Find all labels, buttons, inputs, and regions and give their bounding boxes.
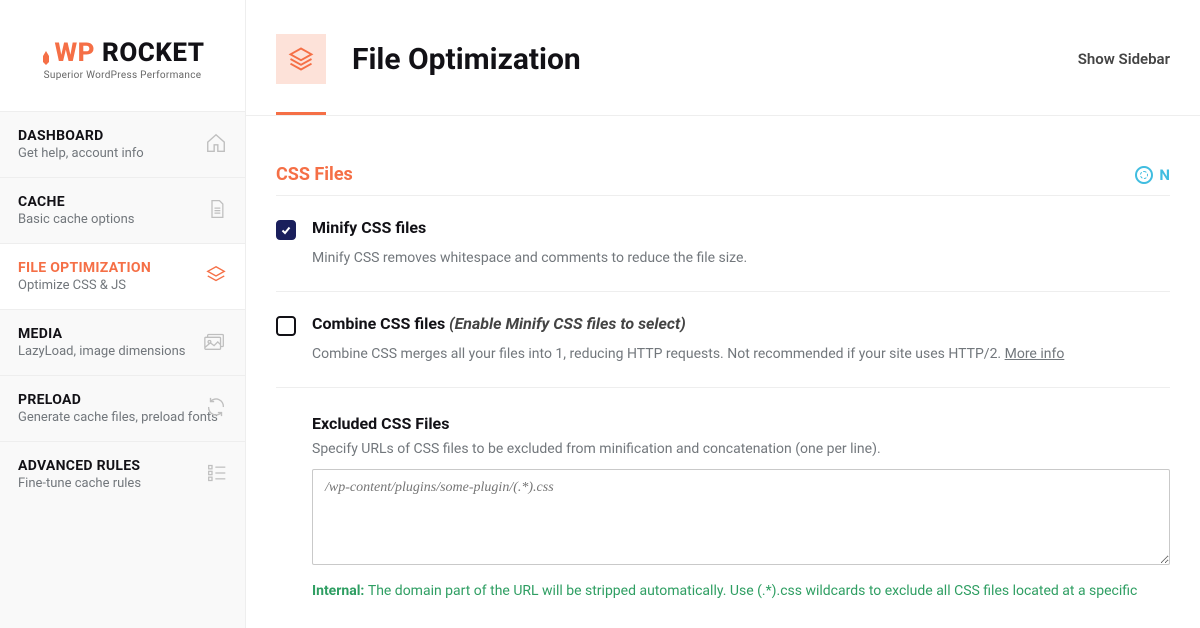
logo-tagline: Superior WordPress Performance — [20, 70, 225, 81]
nav-media[interactable]: MEDIA LazyLoad, image dimensions — [0, 309, 245, 375]
layers-icon — [205, 264, 227, 290]
nav-title: ADVANCED RULES — [18, 458, 227, 474]
nav-title: PRELOAD — [18, 392, 227, 408]
nav-title: FILE OPTIMIZATION — [18, 260, 227, 276]
main-panel: File Optimization Show Sidebar CSS Files… — [246, 0, 1200, 628]
list-check-icon — [207, 463, 227, 487]
help-link[interactable]: N — [1135, 166, 1170, 184]
setting-excluded-css: Excluded CSS Files Specify URLs of CSS f… — [276, 414, 1170, 599]
check-icon — [280, 224, 292, 236]
setting-title: Combine CSS files (Enable Minify CSS fil… — [312, 314, 686, 333]
section-title: CSS Files — [276, 164, 353, 185]
nav-sub: Basic cache options — [18, 212, 227, 227]
combine-css-checkbox[interactable] — [276, 316, 296, 336]
page-icon — [276, 34, 326, 84]
page-title: File Optimization — [352, 42, 581, 77]
setting-description: Minify CSS removes whitespace and commen… — [312, 248, 1170, 269]
images-icon — [203, 331, 227, 355]
rocket-icon — [41, 51, 51, 65]
excluded-css-textarea[interactable] — [312, 469, 1170, 565]
sidebar: WP ROCKET Superior WordPress Performance… — [0, 0, 246, 628]
more-info-link[interactable]: More info — [1005, 346, 1065, 362]
nav-title: MEDIA — [18, 326, 227, 342]
logo-text: WP ROCKET — [20, 38, 225, 68]
nav-sub: Get help, account info — [18, 146, 227, 161]
logo: WP ROCKET Superior WordPress Performance — [0, 0, 245, 111]
setting-title: Minify CSS files — [312, 218, 426, 237]
nav-title: CACHE — [18, 194, 227, 210]
nav-sub: Optimize CSS & JS — [18, 278, 227, 293]
setting-combine-css: Combine CSS files (Enable Minify CSS fil… — [276, 292, 1170, 388]
nav-dashboard[interactable]: DASHBOARD Get help, account info — [0, 111, 245, 177]
nav-file-optimization[interactable]: FILE OPTIMIZATION Optimize CSS & JS — [0, 243, 245, 309]
document-icon — [207, 198, 227, 224]
layers-icon — [287, 45, 315, 73]
internal-label: Internal: — [312, 583, 368, 599]
excluded-title: Excluded CSS Files — [312, 414, 1170, 433]
nav-sub: LazyLoad, image dimensions — [18, 344, 227, 359]
nav-preload[interactable]: PRELOAD Generate cache files, preload fo… — [0, 375, 245, 441]
nav-cache[interactable]: CACHE Basic cache options — [0, 177, 245, 243]
home-icon — [205, 132, 227, 158]
setting-description: Combine CSS merges all your files into 1… — [312, 344, 1170, 365]
help-letter: N — [1159, 166, 1170, 184]
internal-note: Internal: The domain part of the URL wil… — [312, 583, 1170, 599]
nav-advanced-rules[interactable]: ADVANCED RULES Fine-tune cache rules — [0, 441, 245, 507]
minify-css-checkbox[interactable] — [276, 220, 296, 240]
nav-title: DASHBOARD — [18, 128, 227, 144]
show-sidebar-button[interactable]: Show Sidebar — [1078, 50, 1170, 68]
sync-icon — [205, 396, 227, 422]
nav-sub: Fine-tune cache rules — [18, 476, 227, 491]
nav-sub: Generate cache files, preload fonts — [18, 410, 227, 425]
excluded-description: Specify URLs of CSS files to be excluded… — [312, 441, 1170, 457]
setting-minify-css: Minify CSS files Minify CSS removes whit… — [276, 196, 1170, 292]
section-header: CSS Files N — [276, 116, 1170, 195]
internal-text: The domain part of the URL will be strip… — [368, 583, 1138, 599]
page-header: File Optimization Show Sidebar — [246, 0, 1200, 84]
help-ring-icon — [1135, 166, 1153, 184]
setting-hint: (Enable Minify CSS files to select) — [449, 314, 686, 333]
